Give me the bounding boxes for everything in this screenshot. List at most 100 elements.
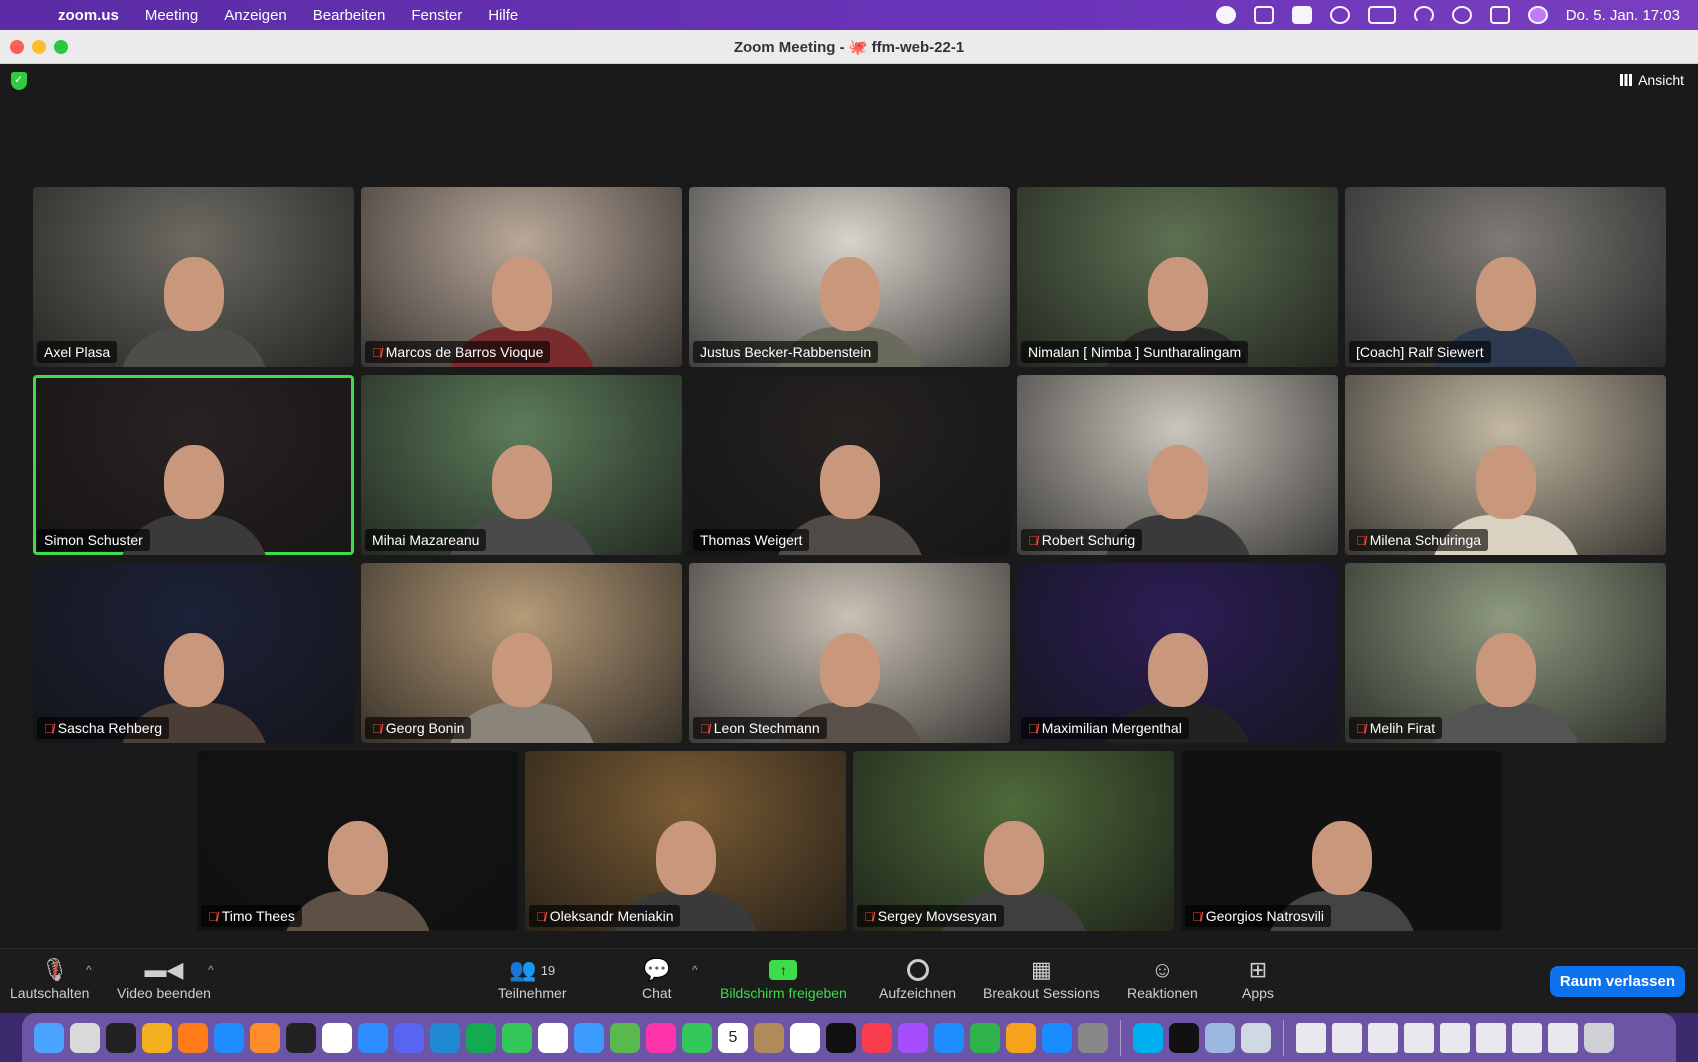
close-window-button[interactable] [10, 40, 24, 54]
participant-video-tile[interactable]: Simon Schuster [33, 375, 354, 555]
control-center-icon[interactable] [1489, 6, 1510, 24]
quicktime-icon[interactable] [1241, 1022, 1271, 1053]
apps-button[interactable]: ⊞ Apps [1242, 955, 1274, 1001]
maps-icon[interactable] [610, 1022, 640, 1053]
discord-icon[interactable] [394, 1022, 424, 1053]
siri-icon[interactable] [1527, 6, 1548, 24]
participant-video-tile[interactable]: Thomas Weigert [689, 375, 1010, 555]
minimized-window-thumbnail[interactable] [1332, 1022, 1362, 1053]
leave-meeting-button[interactable]: Raum verlassen [1549, 966, 1685, 997]
minimized-window-thumbnail[interactable] [1512, 1022, 1542, 1053]
participant-name: Marcos de Barros Vioque [385, 344, 544, 360]
stop-video-button[interactable]: ▬◀ Video beenden [117, 955, 211, 1001]
music-icon[interactable] [862, 1022, 892, 1053]
menu-meeting[interactable]: Meeting [145, 7, 198, 24]
spotlight-search-icon[interactable] [1451, 6, 1472, 24]
numbers-icon[interactable] [970, 1022, 1000, 1053]
encryption-shield-icon[interactable] [11, 72, 27, 90]
play-status-icon[interactable] [1329, 6, 1350, 24]
contacts-icon[interactable] [754, 1022, 784, 1053]
vscode-icon[interactable] [430, 1022, 460, 1053]
terminal-icon[interactable] [106, 1022, 136, 1053]
menu-bearbeiten[interactable]: Bearbeiten [313, 7, 386, 24]
participant-video-tile[interactable]: 🎙̸ Georgios Natrosvili [1181, 751, 1502, 931]
participant-video-tile[interactable]: 🎙̸ Georg Bonin [361, 563, 682, 743]
breakout-sessions-button[interactable]: ▦ Breakout Sessions [983, 955, 1100, 1001]
participant-body [282, 891, 433, 931]
mongodb-icon[interactable] [466, 1022, 496, 1053]
sublime-icon[interactable] [250, 1022, 280, 1053]
participant-video-tile[interactable]: 🎙̸ Leon Stechmann [689, 563, 1010, 743]
participant-video-tile[interactable]: Axel Plasa [33, 187, 354, 367]
participant-video-tile[interactable]: 🎙̸ Melih Firat [1345, 563, 1666, 743]
participant-video-tile[interactable]: 🎙̸ Marcos de Barros Vioque [361, 187, 682, 367]
participant-video-tile[interactable]: 🎙̸ Milena Schuiringa [1345, 375, 1666, 555]
podcasts-icon[interactable] [898, 1022, 928, 1053]
participants-button[interactable]: 👥 19 Teilnehmer [498, 955, 566, 1001]
participant-video-tile[interactable]: 🎙̸ Maximilian Mergenthal [1017, 563, 1338, 743]
calendar-icon[interactable]: 5 [718, 1022, 748, 1053]
zoom-status-icon[interactable] [1215, 6, 1236, 24]
participant-video-tile[interactable]: 🎙̸ Sergey Movsesyan [853, 751, 1174, 931]
zoom-window-button[interactable] [54, 40, 68, 54]
share-screen-button[interactable]: ↑ Bildschirm freigeben [720, 955, 847, 1001]
minimized-window-thumbnail[interactable] [1476, 1022, 1506, 1053]
minimized-window-thumbnail[interactable] [1296, 1022, 1326, 1053]
wifi-icon[interactable] [1413, 6, 1434, 24]
launchpad-icon[interactable] [70, 1022, 100, 1053]
minimized-window-thumbnail[interactable] [1548, 1022, 1578, 1053]
chrome-icon[interactable] [142, 1022, 172, 1053]
keynote-icon[interactable] [934, 1022, 964, 1053]
skype-icon[interactable] [1133, 1022, 1163, 1053]
participant-video-tile[interactable]: 🎙̸ Sascha Rehberg [33, 563, 354, 743]
tv-icon[interactable] [826, 1022, 856, 1053]
participant-video-tile[interactable]: 🎙̸ Robert Schurig [1017, 375, 1338, 555]
participant-video-tile[interactable]: [Coach] Ralf Siewert [1345, 187, 1666, 367]
menubar-datetime[interactable]: Do. 5. Jan. 17:03 [1566, 7, 1680, 24]
participant-video-tile[interactable]: Nimalan [ Nimba ] Suntharalingam [1017, 187, 1338, 367]
reminders-icon[interactable] [790, 1022, 820, 1053]
safari-icon[interactable] [214, 1022, 244, 1053]
appstore-icon[interactable] [1042, 1022, 1072, 1053]
menu-anzeigen[interactable]: Anzeigen [224, 7, 287, 24]
minimized-window-thumbnail[interactable] [1368, 1022, 1398, 1053]
trash-icon[interactable] [1584, 1022, 1614, 1053]
unmute-button[interactable]: 🎙 / Lautschalten [10, 955, 89, 1001]
audio-options-chevron-icon[interactable]: ^ [86, 963, 92, 977]
participant-video-tile[interactable]: 🎙̸ Timo Thees [197, 751, 518, 931]
stop-video-label: Video beenden [117, 985, 211, 1001]
participant-video-tile[interactable]: Justus Becker-Rabbenstein [689, 187, 1010, 367]
record-button[interactable]: Aufzeichnen [879, 955, 956, 1001]
mail-icon[interactable] [574, 1022, 604, 1053]
firefox-icon[interactable] [178, 1022, 208, 1053]
battery-icon[interactable] [1367, 6, 1396, 24]
finder-icon[interactable] [34, 1022, 64, 1053]
messages-icon[interactable] [502, 1022, 532, 1053]
view-button[interactable]: Ansicht [1620, 72, 1684, 88]
minimize-window-button[interactable] [32, 40, 46, 54]
photos-icon[interactable] [646, 1022, 676, 1053]
slack-icon[interactable] [322, 1022, 352, 1053]
reactions-button[interactable]: ☺ Reaktionen [1127, 955, 1198, 1001]
settings-icon[interactable] [1078, 1022, 1108, 1053]
iterm-icon[interactable] [1169, 1022, 1199, 1053]
muted-microphone-icon: 🎙̸ [1028, 720, 1038, 736]
menu-hilfe[interactable]: Hilfe [488, 7, 518, 24]
menu-zoom-us[interactable]: zoom.us [58, 7, 119, 24]
minimized-window-thumbnail[interactable] [1404, 1022, 1434, 1053]
zoom-icon[interactable] [358, 1022, 388, 1053]
chat-button[interactable]: 💬 Chat [642, 955, 672, 1001]
chat-options-chevron-icon[interactable]: ^ [692, 963, 698, 977]
preview-icon[interactable] [1205, 1022, 1235, 1053]
checkmark-status-icon[interactable] [1291, 6, 1312, 24]
figma-icon[interactable] [286, 1022, 316, 1053]
participant-video-tile[interactable]: 🎙̸ Oleksandr Meniakin [525, 751, 846, 931]
pages-icon[interactable] [1006, 1022, 1036, 1053]
participant-video-tile[interactable]: Mihai Mazareanu [361, 375, 682, 555]
minimized-window-thumbnail[interactable] [1440, 1022, 1470, 1053]
video-options-chevron-icon[interactable]: ^ [208, 963, 214, 977]
facetime-icon[interactable] [682, 1022, 712, 1053]
figma-status-icon[interactable] [1253, 6, 1274, 24]
menu-fenster[interactable]: Fenster [411, 7, 462, 24]
notes-icon[interactable] [538, 1022, 568, 1053]
